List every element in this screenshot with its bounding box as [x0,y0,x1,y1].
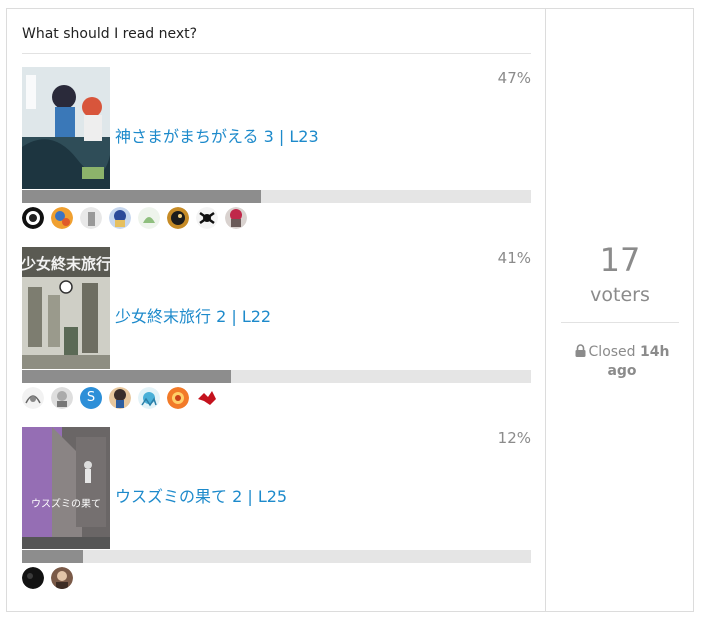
avatar[interactable] [51,207,73,229]
progress-bar-3 [22,550,531,563]
avatar[interactable] [167,387,189,409]
option-link-3[interactable]: ウスズミの果て 2 | L25 [115,483,287,507]
avatar[interactable] [22,387,44,409]
avatar[interactable] [138,387,160,409]
divider [561,322,679,323]
avatar[interactable] [22,567,44,589]
avatar[interactable] [51,567,73,589]
avatar[interactable]: S [80,387,102,409]
option-percent-1: 47% [497,69,531,87]
lock-icon [575,344,586,357]
closed-status: Closed 14h ago [560,343,684,381]
book-cover-2[interactable]: 少女終末旅行 [22,247,110,369]
book-cover-3[interactable]: ウスズミの果て [22,427,110,549]
avatar[interactable] [225,207,247,229]
avatar[interactable] [22,207,44,229]
option-percent-2: 41% [497,249,531,267]
divider [22,53,531,54]
closed-prefix: Closed [588,344,636,360]
poll-option-2: 少女終末旅行 少女終末旅行 2 | L22 41% S [22,247,531,423]
avatar[interactable] [109,387,131,409]
option-percent-3: 12% [497,429,531,447]
progress-bar-1 [22,190,531,203]
option-link-2[interactable]: 少女終末旅行 2 | L22 [115,303,271,327]
cover-title-3: ウスズミの果て [31,497,101,510]
poll-question: What should I read next? [22,26,198,42]
poll-option-3: ウスズミの果て ウスズミの果て 2 | L25 12% [22,427,531,603]
cover-title-2: 少女終末旅行 [22,255,110,273]
avatar[interactable] [138,207,160,229]
book-cover-1[interactable] [22,67,110,189]
voter-count-label: voters [590,284,650,306]
avatar[interactable] [80,207,102,229]
avatar[interactable] [109,207,131,229]
poll-sidebar: 17 voters Closed 14h ago [545,9,694,611]
poll-option-1: 神さまがまちがえる 3 | L23 47% [22,67,531,243]
progress-bar-2 [22,370,531,383]
progress-fill-2 [22,370,231,383]
poll-main: What should I read next? 神さまがまちがえる 3 | L… [22,9,531,611]
option-link-1[interactable]: 神さまがまちがえる 3 | L23 [115,123,319,147]
avatar[interactable] [51,387,73,409]
voter-count: 17 [599,241,641,279]
poll-card: What should I read next? 神さまがまちがえる 3 | L… [6,8,694,612]
progress-fill-3 [22,550,84,563]
progress-fill-1 [22,190,262,203]
avatar[interactable] [167,207,189,229]
avatar[interactable] [196,207,218,229]
avatar[interactable] [196,387,218,409]
